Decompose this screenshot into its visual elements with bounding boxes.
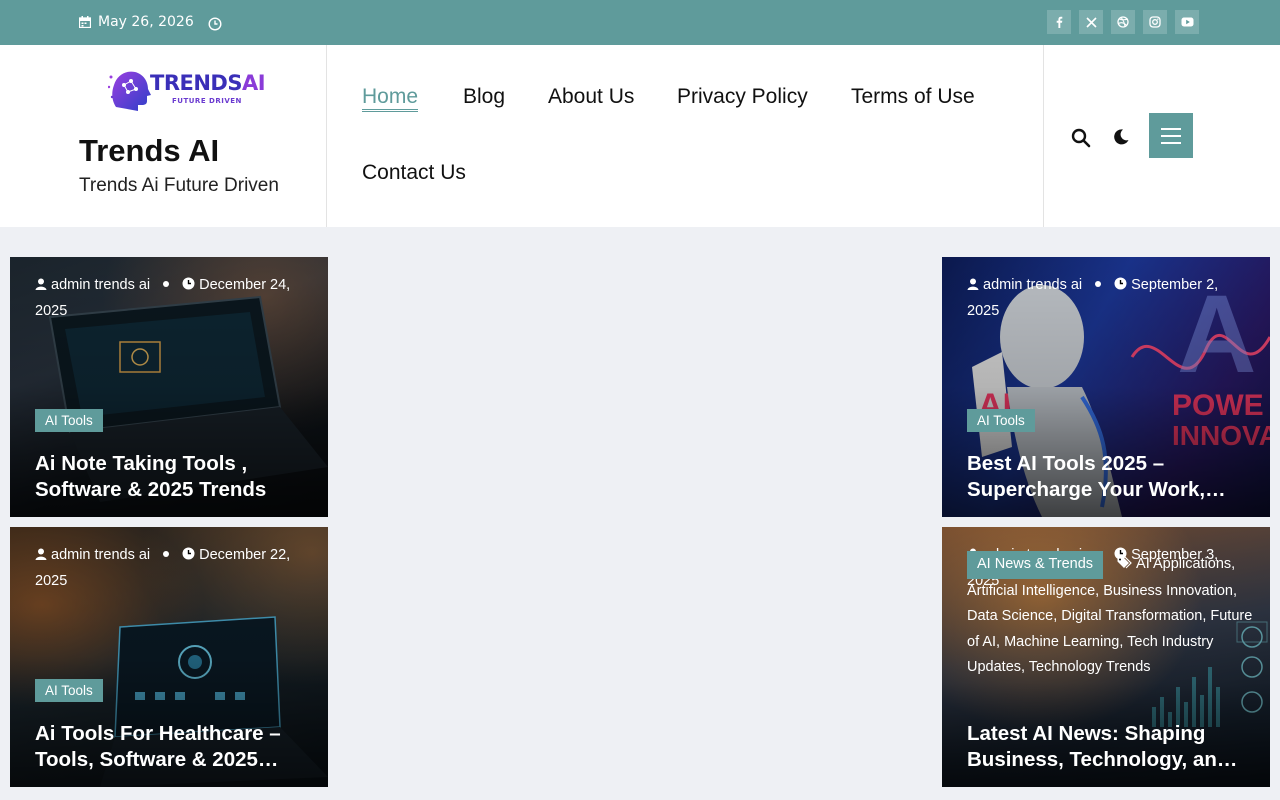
- site-description: Trends Ai Future Driven: [79, 175, 279, 196]
- site-logo[interactable]: TRENDSAI FUTURE DRIVEN: [108, 67, 270, 115]
- dribbble-icon[interactable]: [1111, 10, 1135, 34]
- category-badge[interactable]: AI Tools: [35, 679, 103, 702]
- brand-block: TRENDSAI FUTURE DRIVEN Trends AI Trends …: [0, 45, 327, 227]
- post-card[interactable]: admin trends ai December 24, 2025 AI Tool…: [10, 257, 328, 517]
- post-title[interactable]: Best AI Tools 2025 – Supercharge Your Wo…: [967, 451, 1247, 503]
- user-icon: [35, 544, 47, 569]
- nav-terms-of-use[interactable]: Terms of Use: [851, 85, 975, 109]
- category-badge[interactable]: AI Tools: [967, 409, 1035, 432]
- hamburger-menu-icon[interactable]: [1149, 113, 1193, 158]
- instagram-icon[interactable]: [1143, 10, 1167, 34]
- social-links: [1047, 10, 1199, 34]
- category-badge[interactable]: AI News & Trends: [967, 551, 1104, 579]
- clock-icon: [182, 274, 195, 299]
- clock-icon: [1114, 274, 1127, 299]
- tags-icon: [1117, 553, 1132, 579]
- x-twitter-icon[interactable]: [1079, 10, 1103, 34]
- post-author[interactable]: admin trends ai: [983, 277, 1082, 293]
- post-meta: admin trends ai December 22, 2025: [35, 543, 320, 594]
- post-tags-row: AI News & Trends AI Applications, Artific…: [967, 551, 1257, 681]
- main-navigation: Home Blog About Us Privacy Policy Terms …: [327, 45, 1044, 227]
- post-title[interactable]: Ai Tools For Healthcare – Tools, Softwar…: [35, 721, 315, 773]
- logo-wordmark: TRENDSAI: [150, 71, 266, 95]
- post-author[interactable]: admin trends ai: [51, 277, 150, 293]
- nav-about-us[interactable]: About Us: [548, 85, 634, 109]
- header-tools: [1044, 45, 1280, 227]
- calendar-icon: [79, 16, 91, 28]
- youtube-icon[interactable]: [1175, 10, 1199, 34]
- post-title[interactable]: Latest AI News: Shaping Business, Techno…: [967, 721, 1247, 773]
- nav-privacy-policy[interactable]: Privacy Policy: [677, 85, 808, 109]
- date-text: May 26, 2026: [98, 14, 194, 30]
- facebook-icon[interactable]: [1047, 10, 1071, 34]
- site-title[interactable]: Trends AI: [79, 133, 219, 169]
- user-icon: [967, 274, 979, 299]
- post-card[interactable]: admin trends aiSeptember 3, 2025 AI News…: [942, 527, 1270, 787]
- top-bar: May 26, 2026: [0, 0, 1280, 45]
- post-card[interactable]: A POWE INNOVA AI admin trends aiSeptembe…: [942, 257, 1270, 517]
- top-date: May 26, 2026: [79, 14, 194, 30]
- post-meta: admin trends ai December 24, 2025: [35, 273, 320, 324]
- clock-icon: [208, 16, 222, 35]
- user-icon: [35, 274, 47, 299]
- post-card[interactable]: admin trends ai December 22, 2025 AI Tool…: [10, 527, 328, 787]
- site-header: TRENDSAI FUTURE DRIVEN Trends AI Trends …: [0, 45, 1280, 227]
- post-meta: admin trends ai September 2, 2025: [967, 273, 1252, 324]
- category-badge[interactable]: AI Tools: [35, 409, 103, 432]
- ai-head-icon: [108, 71, 151, 111]
- clock-icon: [182, 544, 195, 569]
- search-icon[interactable]: [1071, 128, 1091, 152]
- post-author[interactable]: admin trends ai: [51, 547, 150, 563]
- logo-tagline: FUTURE DRIVEN: [172, 97, 242, 105]
- post-title[interactable]: Ai Note Taking Tools , Software & 2025 T…: [35, 451, 315, 503]
- nav-home[interactable]: Home: [362, 85, 419, 112]
- nav-blog[interactable]: Blog: [463, 85, 505, 109]
- nav-contact-us[interactable]: Contact Us: [362, 161, 466, 185]
- moon-icon[interactable]: [1112, 128, 1130, 150]
